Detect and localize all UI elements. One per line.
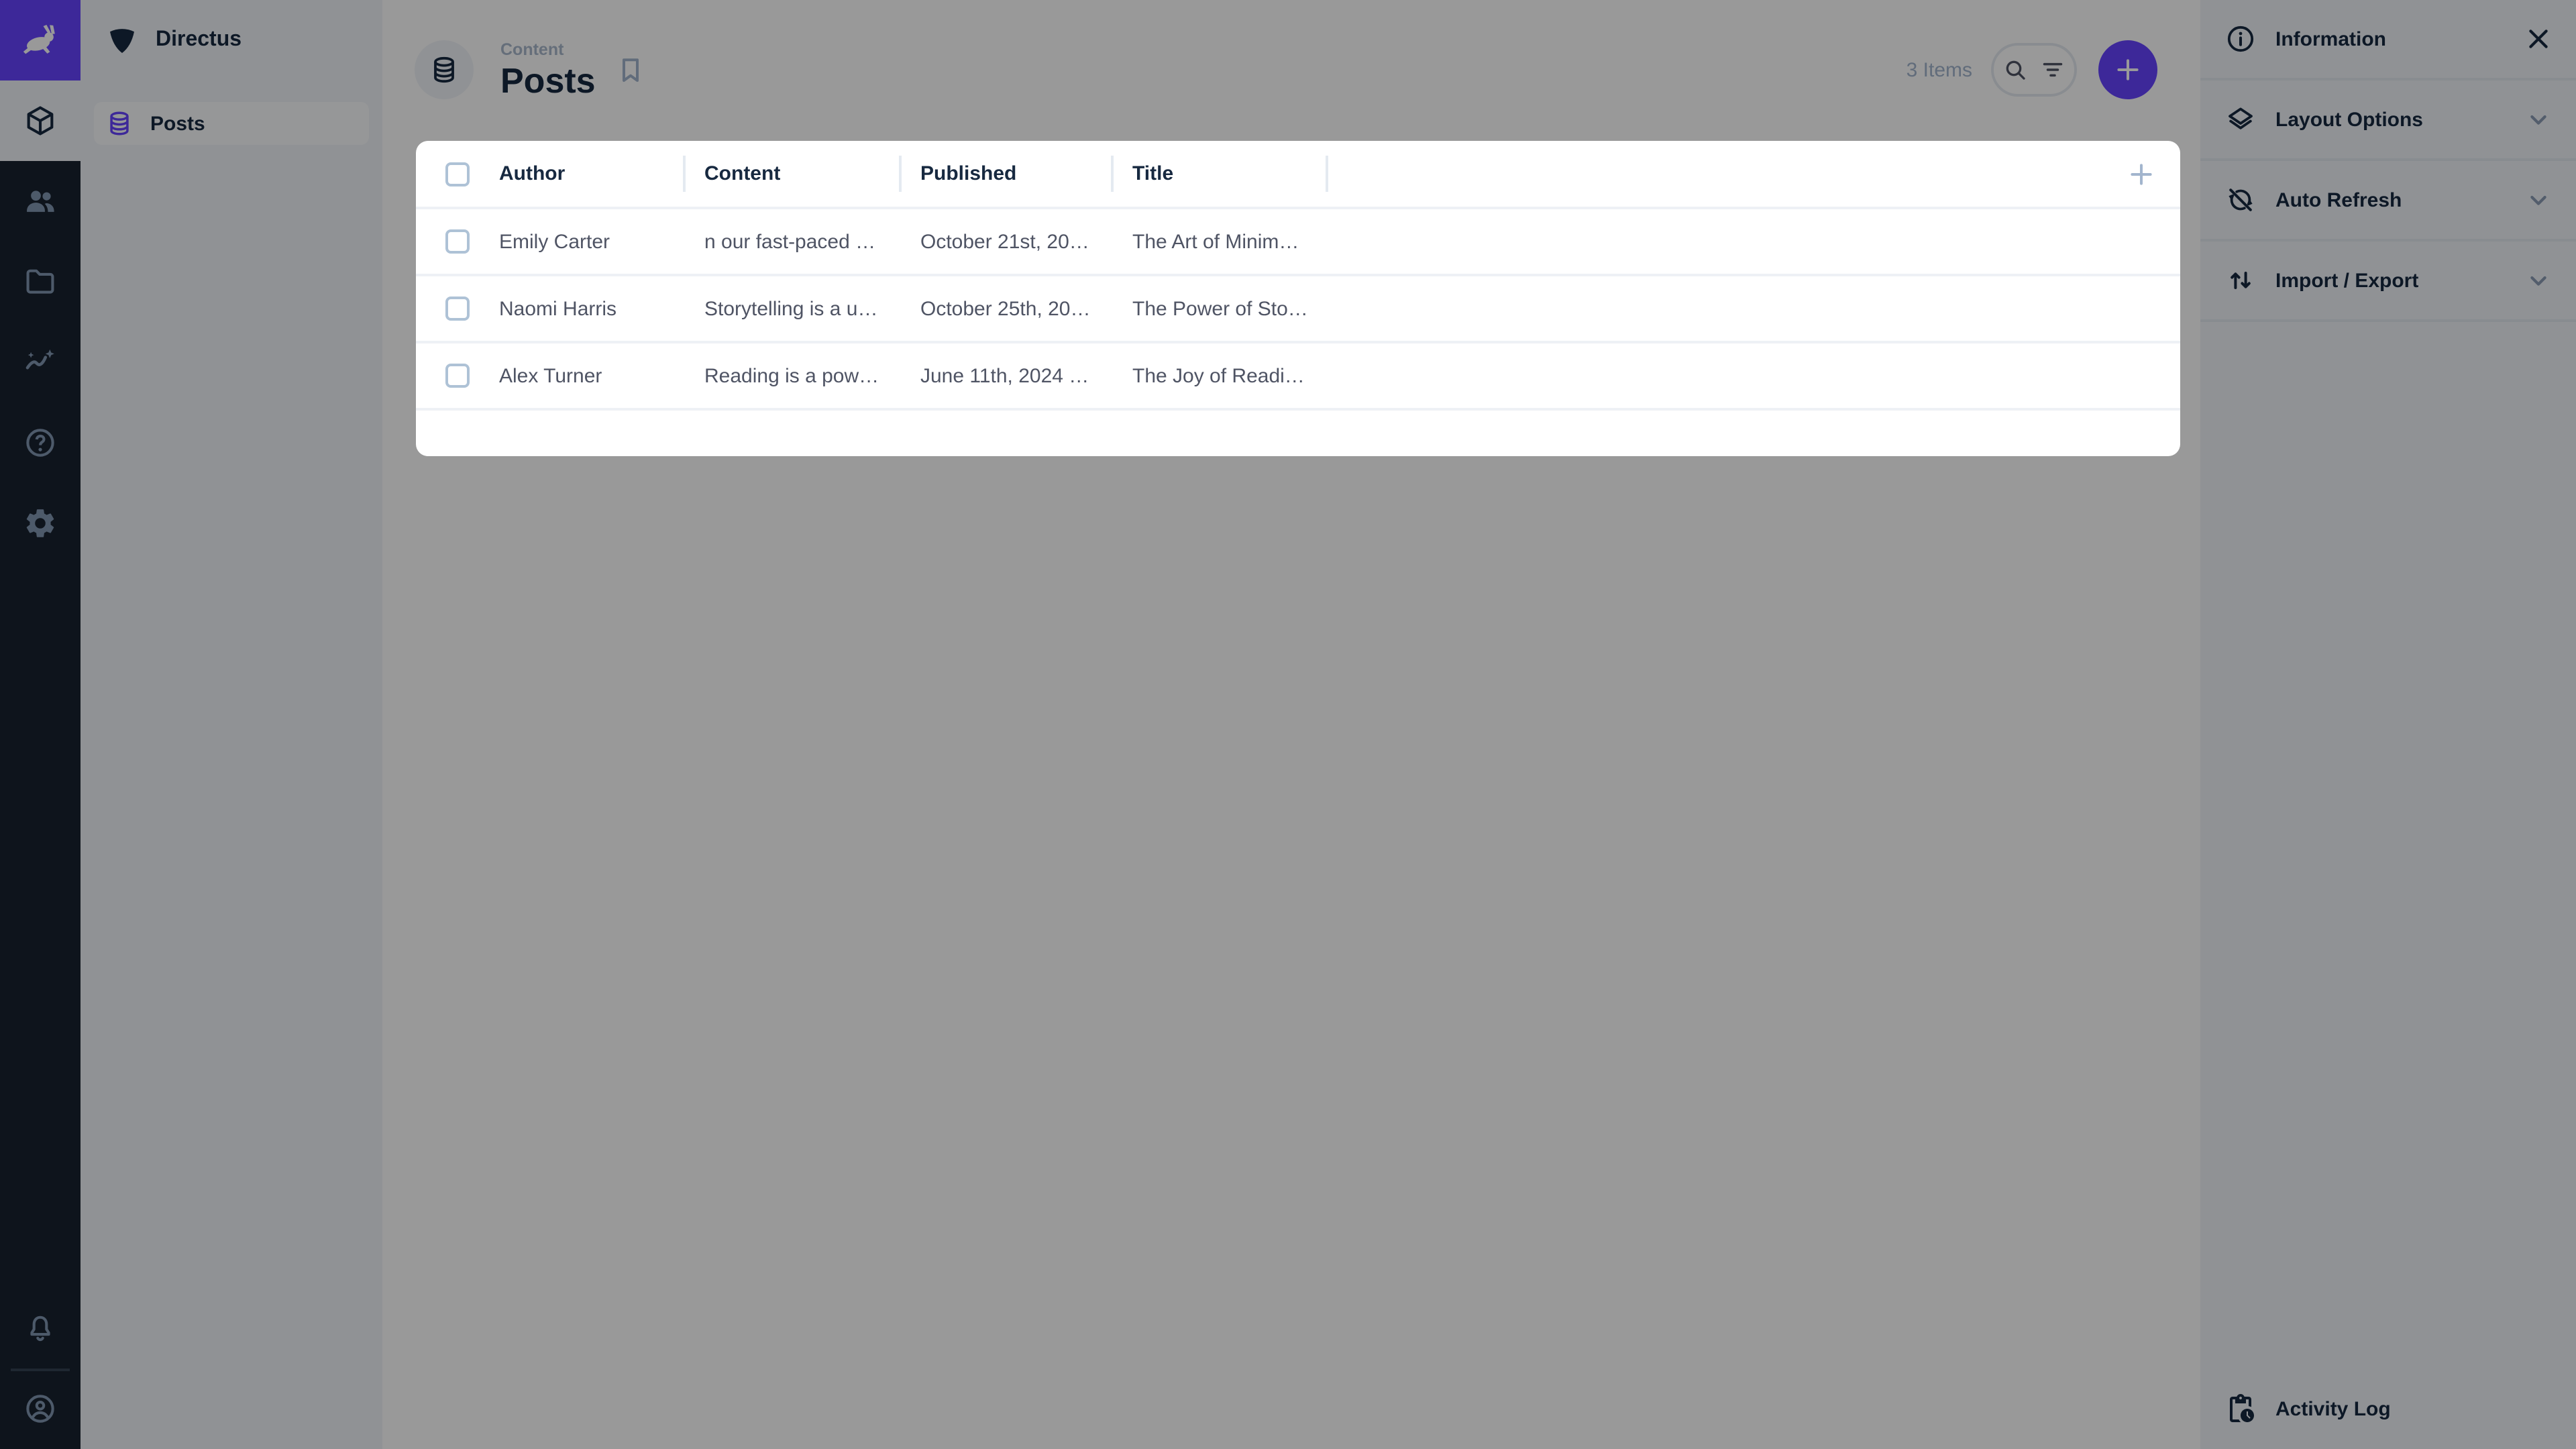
row-select-cell [416, 229, 480, 254]
row-checkbox[interactable] [445, 229, 470, 254]
cell-title: The Power of Sto… [1114, 297, 1328, 320]
add-field-button[interactable] [2125, 158, 2157, 190]
row-select-cell [416, 364, 480, 388]
table-row[interactable]: Emily Cartern our fast-paced …October 21… [416, 209, 2180, 276]
table-body: Emily Cartern our fast-paced …October 21… [416, 209, 2180, 411]
cell-author: Emily Carter [480, 230, 686, 253]
cell-author: Alex Turner [480, 364, 686, 387]
cell-content: Storytelling is a u… [686, 297, 902, 320]
select-all-checkbox[interactable] [445, 162, 470, 186]
column-header-published[interactable]: Published [902, 141, 1114, 207]
table-row[interactable]: Naomi HarrisStorytelling is a u…October … [416, 276, 2180, 343]
select-all-cell [416, 141, 480, 207]
table-row[interactable]: Alex TurnerReading is a pow…June 11th, 2… [416, 343, 2180, 411]
plus-icon [2125, 158, 2157, 190]
column-header-content[interactable]: Content [686, 141, 902, 207]
row-checkbox[interactable] [445, 297, 470, 321]
header-filler [1328, 158, 2180, 190]
cell-published: October 21st, 20… [902, 230, 1114, 253]
cell-content: n our fast-paced … [686, 230, 902, 253]
row-select-cell [416, 297, 480, 321]
directus-app: Directus Posts Content Posts 3 Items [0, 0, 2576, 1449]
row-checkbox[interactable] [445, 364, 470, 388]
table-header-row: AuthorContentPublishedTitle [416, 141, 2180, 209]
cell-content: Reading is a pow… [686, 364, 902, 387]
cell-author: Naomi Harris [480, 297, 686, 320]
cell-title: The Art of Minim… [1114, 230, 1328, 253]
cell-published: October 25th, 20… [902, 297, 1114, 320]
column-header-title[interactable]: Title [1114, 141, 1328, 207]
column-header-author[interactable]: Author [480, 141, 686, 207]
cell-published: June 11th, 2024 … [902, 364, 1114, 387]
cell-title: The Joy of Readi… [1114, 364, 1328, 387]
items-table-card: AuthorContentPublishedTitle Emily Carter… [416, 141, 2180, 456]
